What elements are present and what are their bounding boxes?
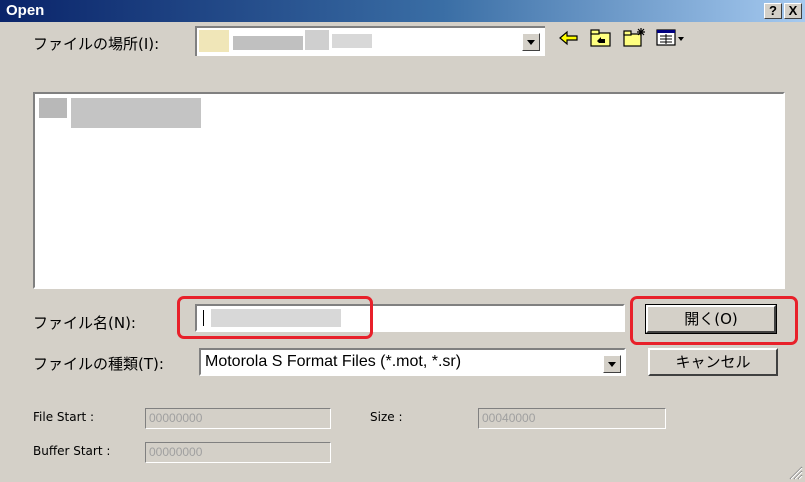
close-button[interactable]: X (784, 3, 802, 19)
file-list[interactable] (33, 92, 785, 289)
location-value-blur (233, 36, 303, 50)
back-arrow-icon[interactable] (558, 29, 580, 47)
file-start-label: File Start : (33, 410, 95, 424)
size-label: Size : (370, 410, 403, 424)
location-value-blur (305, 30, 329, 50)
filetype-value: Motorola S Format Files (*.mot, *.sr) (205, 353, 462, 370)
file-item-icon-blur (39, 98, 67, 118)
look-in-dropdown-button[interactable] (522, 33, 540, 51)
size-field: 00040000 (478, 408, 666, 429)
folder-icon (199, 30, 229, 52)
view-menu-icon[interactable] (656, 29, 686, 47)
cancel-button[interactable]: キャンセル (648, 348, 778, 376)
highlight-filename (177, 296, 373, 339)
look-in-label: ファイルの場所(I): (33, 35, 160, 53)
file-start-field: 00000000 (145, 408, 331, 429)
buffer-start-label: Buffer Start : (33, 444, 111, 458)
filetype-dropdown-button[interactable] (603, 355, 621, 373)
location-value-blur (332, 34, 372, 48)
window-title: Open (6, 2, 45, 19)
help-button[interactable]: ? (764, 3, 782, 19)
filename-label: ファイル名(N): (33, 314, 136, 332)
filetype-combo[interactable]: Motorola S Format Files (*.mot, *.sr) (199, 348, 626, 376)
buffer-start-field: 00000000 (145, 442, 331, 463)
new-folder-icon[interactable] (623, 26, 647, 48)
title-bar[interactable] (0, 0, 805, 22)
file-item-name-blur (71, 98, 201, 128)
look-in-combo[interactable] (195, 26, 545, 56)
resize-grip-icon[interactable] (787, 464, 803, 480)
up-folder-icon[interactable] (590, 28, 612, 48)
highlight-open-button (630, 296, 798, 345)
filetype-label: ファイルの種類(T): (33, 355, 164, 373)
